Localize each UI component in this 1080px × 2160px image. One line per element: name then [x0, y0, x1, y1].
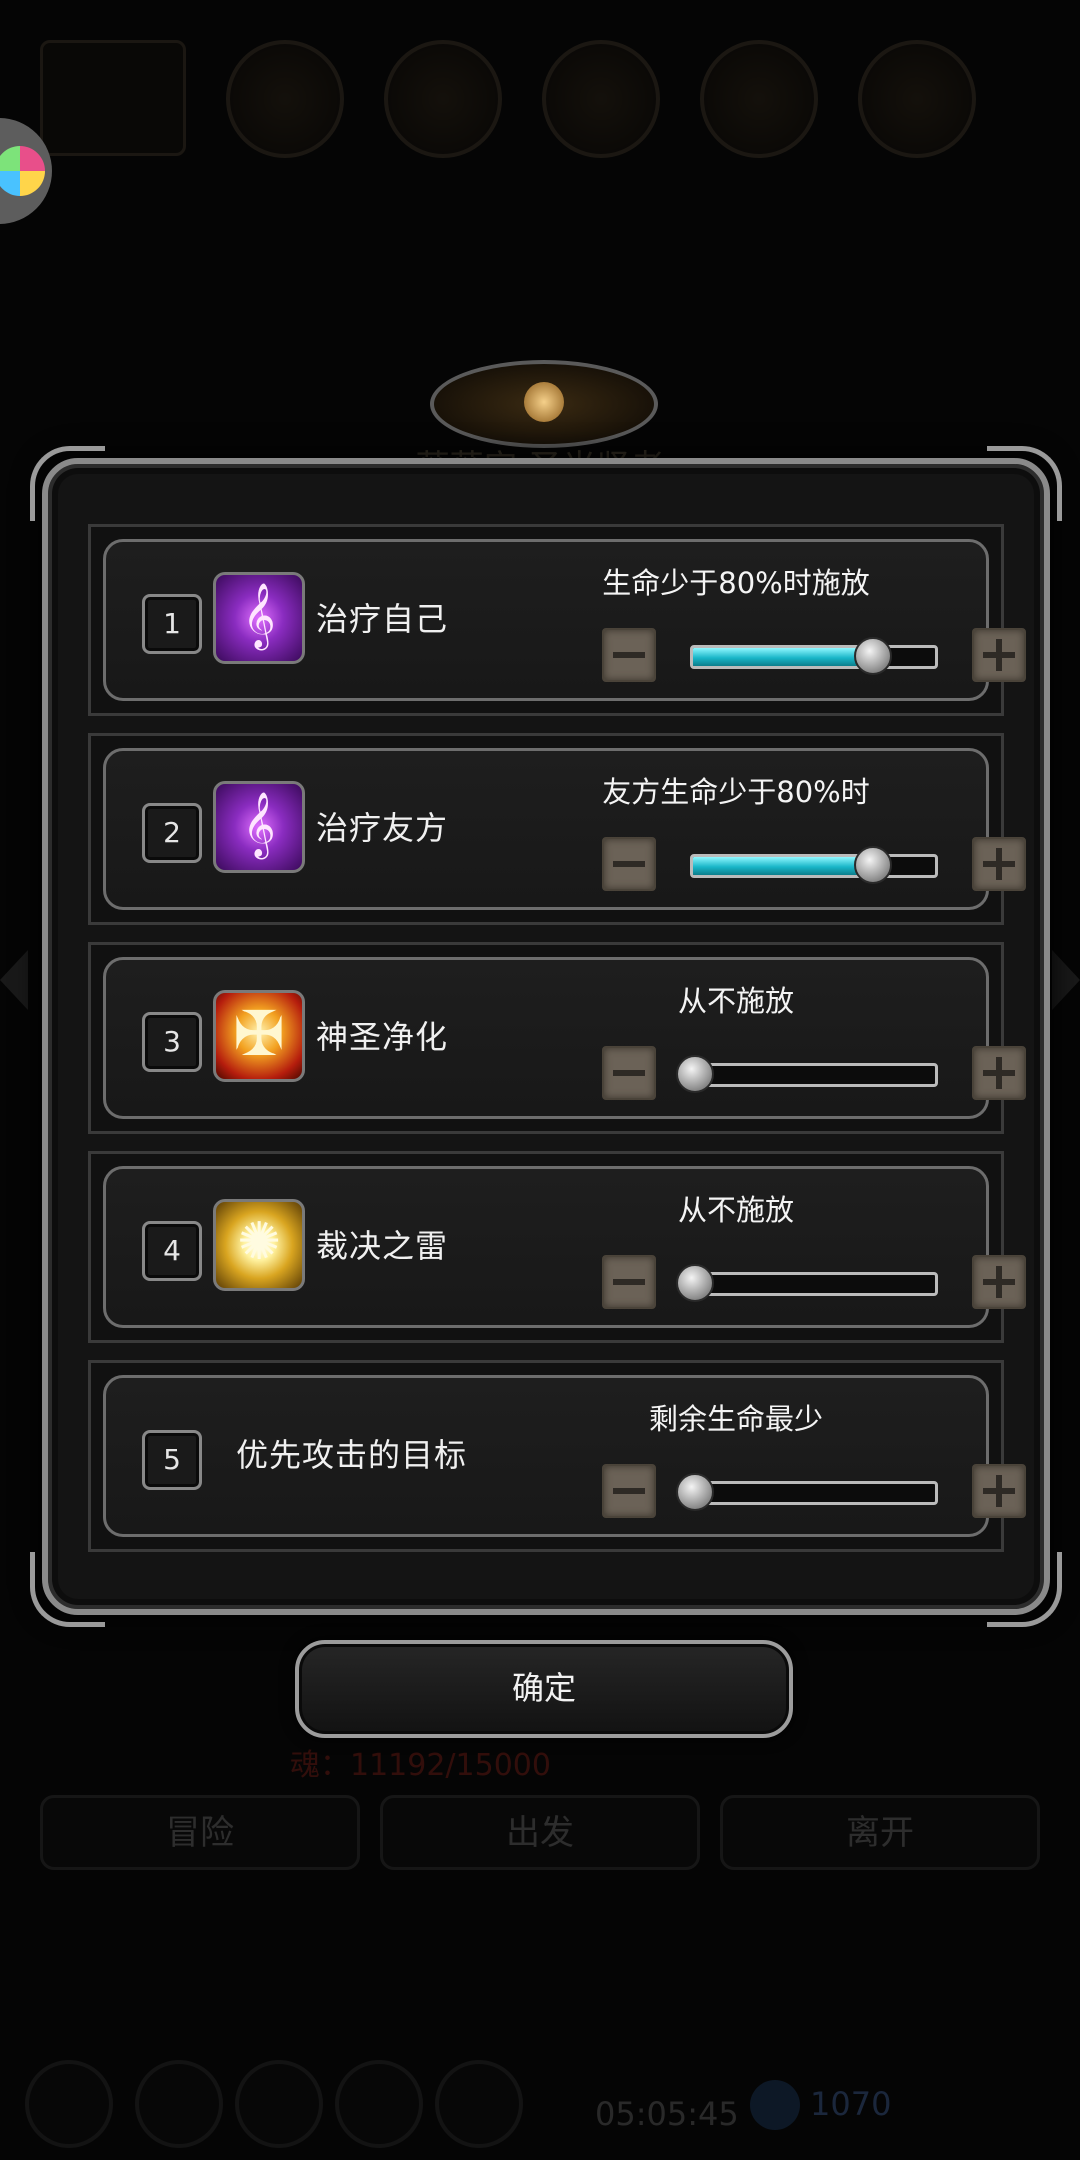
bottom-menu-icon	[335, 2060, 423, 2148]
increase-button[interactable]	[972, 1046, 1026, 1100]
skill-row-1: 1 𝄞 治疗自己 生命少于80%时施放	[88, 524, 1026, 716]
row-panel: 1 𝄞 治疗自己 生命少于80%时施放	[103, 539, 1026, 701]
cast-condition: 从不施放	[677, 984, 794, 1018]
cast-threshold-slider[interactable]	[690, 1272, 938, 1296]
soul-counter: 魂：11192/15000	[290, 1748, 551, 1783]
cast-condition: 从不施放	[677, 1193, 794, 1227]
equipment-slot-icon	[542, 40, 660, 158]
tab-leave: 离开	[720, 1795, 1040, 1870]
slider-thumb[interactable]	[853, 846, 892, 884]
increase-button[interactable]	[972, 1255, 1026, 1309]
bottom-menu-icon	[25, 2060, 113, 2148]
cast-threshold-slider[interactable]	[690, 1063, 938, 1087]
slider-thumb[interactable]	[676, 1264, 714, 1302]
gem-icon	[750, 2080, 800, 2130]
increase-button[interactable]	[972, 628, 1026, 682]
decrease-button[interactable]	[602, 1464, 656, 1518]
cast-threshold-slider[interactable]	[690, 854, 938, 878]
target-priority-slider[interactable]	[690, 1481, 938, 1505]
priority-number: 4	[142, 1221, 202, 1281]
skill-row-2: 2 𝄞 治疗友方 友方生命少于80%时	[88, 733, 1026, 925]
bottom-menu-icon	[135, 2060, 223, 2148]
increase-button[interactable]	[972, 837, 1026, 891]
skill-name: 治疗自己	[316, 600, 449, 638]
background-tabs: 冒险 出发 离开	[40, 1795, 1040, 1870]
skill-name: 神圣净化	[316, 1018, 449, 1056]
priority-number: 3	[142, 1012, 202, 1072]
slider-thumb[interactable]	[853, 637, 892, 675]
target-condition: 剩余生命最少	[648, 1402, 823, 1436]
page-right-arrow-icon	[1052, 950, 1080, 1010]
row-panel: 2 𝄞 治疗友方 友方生命少于80%时	[103, 748, 1026, 910]
skill-name: 治疗友方	[316, 809, 449, 847]
top-menu-icon	[40, 40, 186, 156]
gem-count: 1070	[810, 2085, 892, 2123]
slider-thumb[interactable]	[676, 1055, 714, 1093]
row-panel: 4 ✺ 裁决之雷 从不施放	[103, 1166, 1026, 1328]
top-icon-bar	[40, 40, 1040, 158]
frame-corner	[30, 1552, 105, 1627]
cast-condition: 友方生命少于80%时	[602, 775, 870, 809]
slider-thumb[interactable]	[676, 1473, 714, 1511]
increase-button[interactable]	[972, 1464, 1026, 1518]
decrease-button[interactable]	[602, 1255, 656, 1309]
heal-icon: 𝄞	[213, 572, 305, 664]
confirm-button[interactable]: 确定	[295, 1640, 793, 1738]
clock-text: 05:05:45	[595, 2095, 739, 2133]
equipment-slot-icon	[226, 40, 344, 158]
skill-name: 裁决之雷	[316, 1227, 449, 1265]
page-left-arrow-icon	[0, 950, 28, 1010]
equipment-slot-icon	[384, 40, 502, 158]
skill-settings-dialog: 1 𝄞 治疗自己 生命少于80%时施放 2 𝄞 治疗友方 友方生命少于80%时	[30, 446, 1062, 1627]
tab-depart: 出发	[380, 1795, 700, 1870]
frame-corner	[30, 446, 105, 521]
priority-number: 1	[142, 594, 202, 654]
target-label: 优先攻击的目标	[236, 1436, 468, 1474]
target-priority-row: 5 优先攻击的目标 剩余生命最少	[88, 1360, 1026, 1552]
equipment-slot-icon	[700, 40, 818, 158]
frame-corner	[987, 446, 1062, 521]
assistant-icon	[0, 146, 45, 196]
equipment-slot-icon	[858, 40, 976, 158]
thunder-icon: ✺	[213, 1199, 305, 1291]
heal-icon: 𝄞	[213, 781, 305, 873]
priority-number: 2	[142, 803, 202, 863]
skill-row-3: 3 ✠ 神圣净化 从不施放	[88, 942, 1026, 1134]
bottom-menu-icon	[235, 2060, 323, 2148]
tab-adventure: 冒险	[40, 1795, 360, 1870]
decrease-button[interactable]	[602, 1046, 656, 1100]
decrease-button[interactable]	[602, 628, 656, 682]
cast-threshold-slider[interactable]	[690, 645, 938, 669]
decrease-button[interactable]	[602, 837, 656, 891]
row-panel: 5 优先攻击的目标 剩余生命最少	[103, 1375, 1026, 1537]
skill-row-4: 4 ✺ 裁决之雷 从不施放	[88, 1151, 1026, 1343]
cast-condition: 生命少于80%时施放	[602, 566, 870, 600]
row-panel: 3 ✠ 神圣净化 从不施放	[103, 957, 1026, 1119]
bottom-menu-icon	[435, 2060, 523, 2148]
holy-purify-icon: ✠	[213, 990, 305, 1082]
bottom-bar	[25, 2060, 1065, 2148]
dialog-top-ornament	[430, 360, 658, 448]
priority-number: 5	[142, 1430, 202, 1490]
